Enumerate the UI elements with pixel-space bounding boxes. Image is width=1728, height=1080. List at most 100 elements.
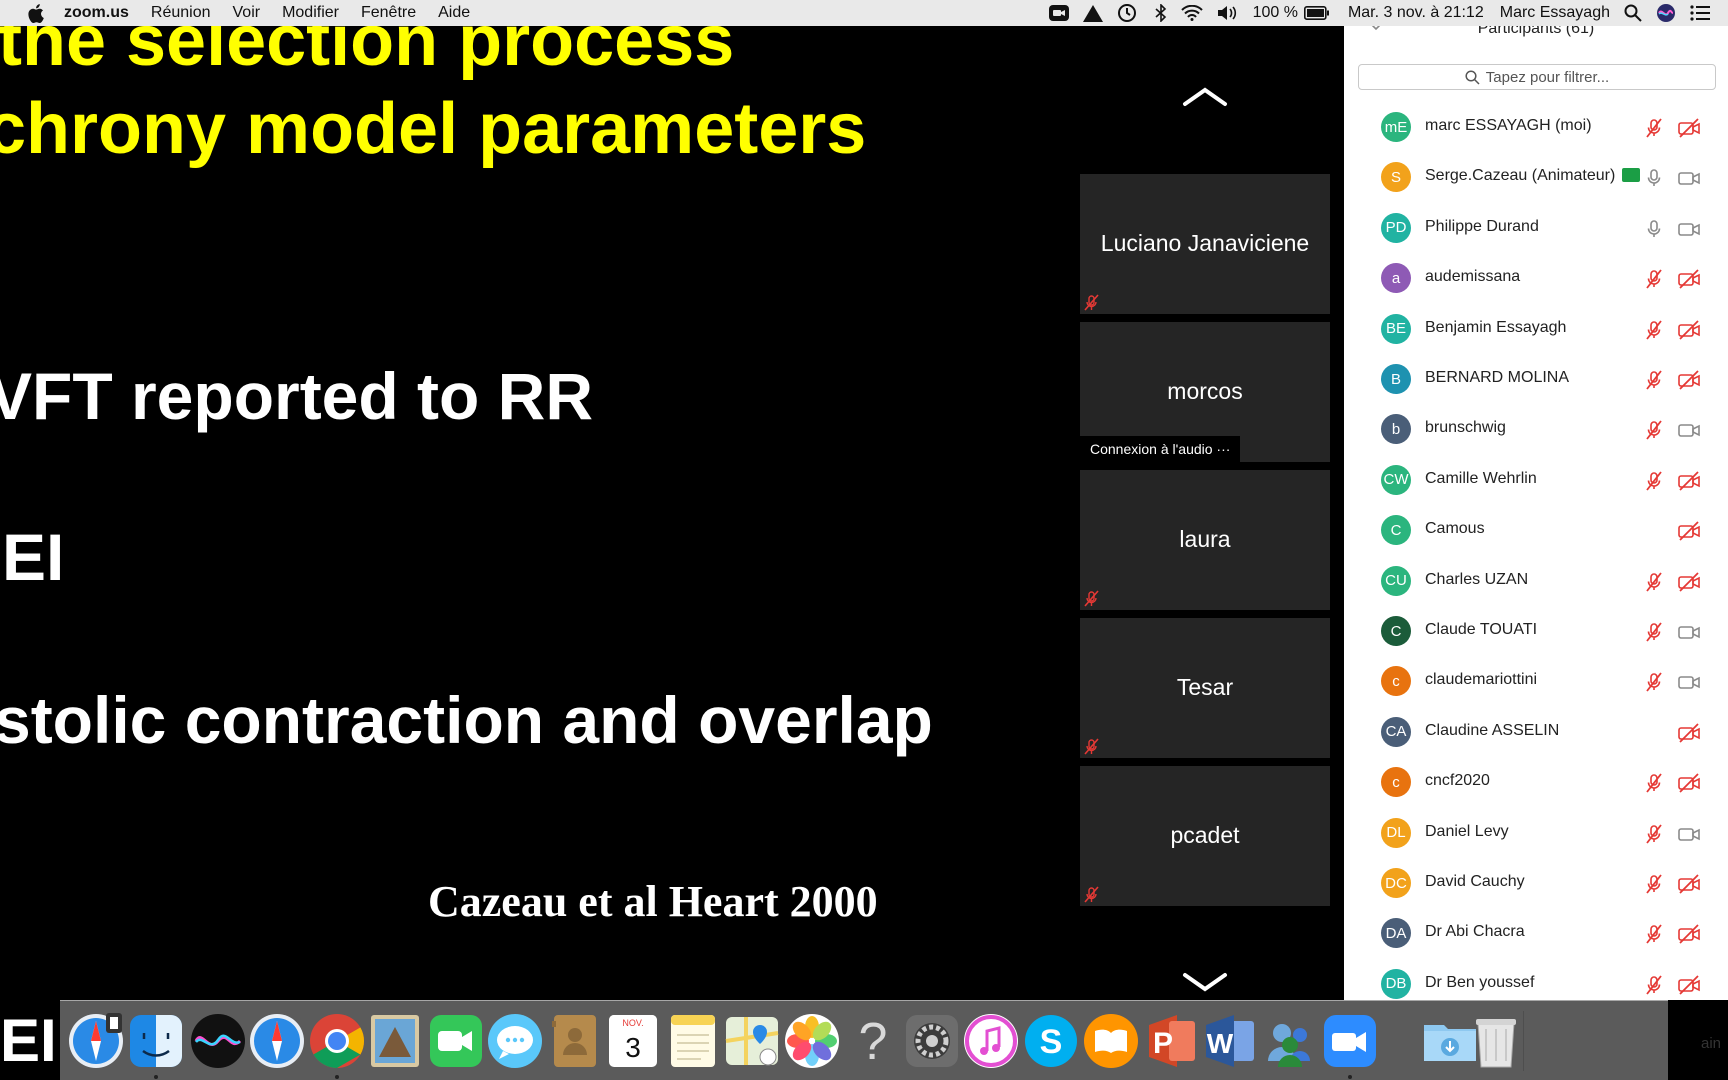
siri-icon[interactable] (188, 1011, 248, 1071)
chrome-icon[interactable] (307, 1011, 367, 1079)
system-preferences-icon[interactable] (902, 1011, 962, 1071)
participant-row[interactable]: BE Benjamin Essayagh (1344, 304, 1728, 354)
scroll-down-icon[interactable] (1181, 971, 1229, 995)
video-off-icon[interactable] (1678, 370, 1700, 390)
mail-icon[interactable] (365, 1011, 425, 1071)
spotlight-icon[interactable] (1624, 4, 1642, 22)
video-icon[interactable] (1678, 672, 1700, 692)
participant-row[interactable]: C Claude TOUATI (1344, 606, 1728, 656)
participants-search-input[interactable]: Tapez pour filtrer... (1358, 64, 1716, 90)
apple-menu-icon[interactable] (24, 3, 48, 23)
siri-menu-icon[interactable] (1656, 3, 1676, 23)
powerpoint-icon[interactable]: P (1141, 1011, 1201, 1071)
menu-voir[interactable]: Voir (233, 4, 261, 22)
menu-aide[interactable]: Aide (438, 4, 470, 22)
participant-row[interactable]: B BERNARD MOLINA (1344, 354, 1728, 404)
participant-row[interactable]: a audemissana (1344, 253, 1728, 303)
video-off-icon[interactable] (1678, 874, 1700, 894)
video-off-icon[interactable] (1678, 118, 1700, 138)
maps-icon[interactable] (722, 1011, 782, 1071)
mic-muted-icon[interactable] (1644, 269, 1664, 289)
participant-row[interactable]: CW Camille Wehrlin (1344, 455, 1728, 505)
participant-row[interactable]: c cncf2020 (1344, 757, 1728, 807)
participant-row[interactable]: c claudemariottini (1344, 656, 1728, 706)
notes-icon[interactable] (663, 1011, 723, 1071)
mic-muted-icon[interactable] (1644, 471, 1664, 491)
video-off-icon[interactable] (1678, 269, 1700, 289)
contacts-icon[interactable] (544, 1011, 604, 1071)
photos-icon[interactable] (782, 1011, 842, 1071)
participant-row[interactable]: PD Philippe Durand (1344, 203, 1728, 253)
video-tile[interactable]: morcos Connexion à l'audio ··· (1080, 322, 1330, 462)
teams-icon[interactable] (1260, 1011, 1320, 1071)
video-off-icon[interactable] (1678, 975, 1700, 995)
mic-muted-icon[interactable] (1644, 773, 1664, 793)
mic-muted-icon[interactable] (1644, 672, 1664, 692)
video-icon[interactable] (1678, 824, 1700, 844)
mic-muted-icon[interactable] (1644, 622, 1664, 642)
participant-row[interactable]: DA Dr Abi Chacra (1344, 908, 1728, 958)
mic-icon[interactable] (1644, 219, 1664, 239)
video-off-icon[interactable] (1678, 471, 1700, 491)
messages-icon[interactable] (485, 1011, 545, 1071)
notification-center-icon[interactable] (1690, 5, 1710, 21)
mic-muted-icon[interactable] (1644, 118, 1664, 138)
mic-muted-icon[interactable] (1644, 320, 1664, 340)
video-icon[interactable] (1678, 622, 1700, 642)
participant-row[interactable]: CA Claudine ASSELIN (1344, 707, 1728, 757)
itunes-icon[interactable] (961, 1011, 1021, 1071)
participant-row[interactable]: DC David Cauchy (1344, 858, 1728, 908)
skype-icon[interactable]: S (1021, 1011, 1081, 1071)
video-tile[interactable]: Luciano Janaviciene (1080, 174, 1330, 314)
menu-modifier[interactable]: Modifier (282, 4, 339, 22)
mic-muted-icon[interactable] (1644, 924, 1664, 944)
menu-datetime[interactable]: Mar. 3 nov. à 21:12 (1348, 4, 1484, 22)
participant-row[interactable]: b brunschwig (1344, 404, 1728, 454)
mic-muted-icon[interactable] (1644, 420, 1664, 440)
volume-icon[interactable] (1217, 5, 1239, 21)
wifi-icon[interactable] (1180, 5, 1203, 21)
finder-icon[interactable] (126, 1011, 186, 1079)
scroll-up-icon[interactable] (1181, 84, 1229, 108)
time-machine-icon[interactable] (1117, 3, 1137, 23)
menu-user-name[interactable]: Marc Essayagh (1500, 4, 1610, 22)
menu-app-name[interactable]: zoom.us (64, 4, 129, 22)
bluetooth-icon[interactable] (1155, 4, 1167, 22)
video-off-icon[interactable] (1678, 924, 1700, 945)
video-off-icon[interactable] (1678, 319, 1700, 340)
battery-icon[interactable] (1303, 6, 1330, 20)
video-tile[interactable]: pcadet (1080, 766, 1330, 906)
video-off-icon[interactable] (1678, 571, 1700, 592)
zoom-icon[interactable] (1320, 1011, 1380, 1079)
warning-icon[interactable] (1082, 4, 1103, 22)
video-off-icon[interactable] (1678, 723, 1700, 743)
battery-percent[interactable]: 100 % (1253, 4, 1298, 22)
video-icon[interactable] (1678, 168, 1700, 188)
participant-row[interactable]: DL Daniel Levy (1344, 808, 1728, 858)
calendar-icon[interactable]: NOV. 3 (603, 1011, 663, 1071)
trash-icon[interactable] (1466, 1011, 1526, 1071)
mic-muted-icon[interactable] (1644, 572, 1664, 592)
menu-fenetre[interactable]: Fenêtre (361, 4, 416, 22)
participant-row[interactable]: mE marc ESSAYAGH (moi) (1344, 102, 1728, 152)
word-icon[interactable]: W (1200, 1011, 1260, 1071)
video-icon[interactable] (1678, 420, 1700, 440)
unknown-app-icon[interactable]: ? (843, 1011, 903, 1071)
mic-muted-icon[interactable] (1644, 370, 1664, 390)
participant-row[interactable]: C Camous (1344, 505, 1728, 555)
books-icon[interactable] (1081, 1011, 1141, 1071)
safari-icon[interactable] (247, 1011, 307, 1071)
mic-icon[interactable] (1644, 168, 1664, 188)
participant-row[interactable]: CU Charles UZAN (1344, 556, 1728, 606)
video-off-icon[interactable] (1678, 521, 1700, 541)
participant-row[interactable]: S Serge.Cazeau (Animateur) (1344, 152, 1728, 202)
zoom-status-icon[interactable] (1048, 5, 1069, 21)
video-tile[interactable]: laura (1080, 470, 1330, 610)
video-icon[interactable] (1678, 219, 1700, 239)
mic-muted-icon[interactable] (1644, 975, 1664, 995)
participant-row[interactable]: DB Dr Ben youssef (1344, 959, 1728, 1000)
mic-muted-icon[interactable] (1644, 824, 1664, 844)
menu-reunion[interactable]: Réunion (151, 4, 211, 22)
mic-muted-icon[interactable] (1644, 874, 1664, 894)
facetime-icon[interactable] (426, 1011, 486, 1071)
